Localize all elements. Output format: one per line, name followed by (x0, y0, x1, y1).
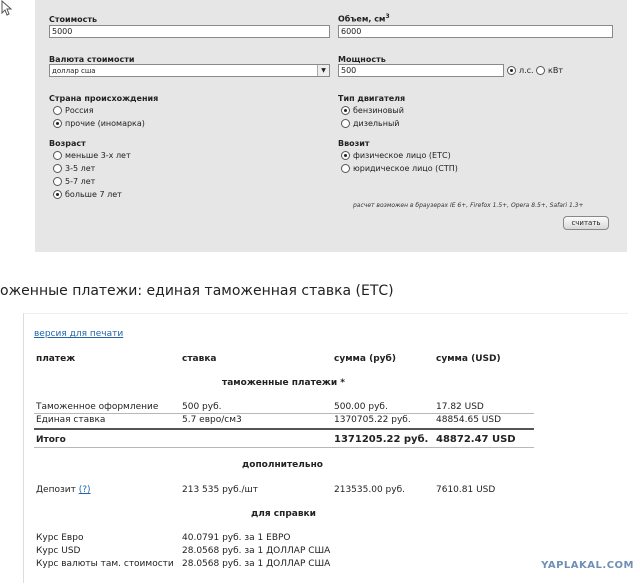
radio-icon (341, 151, 350, 160)
table-row-usd: 17.82 USD (436, 402, 484, 412)
deposit-rub: 213535.00 руб. (334, 485, 405, 495)
total-usd: 48872.47 USD (436, 434, 516, 445)
engine-diesel-radio[interactable]: дизельный (341, 119, 399, 128)
calculator-panel: Стоимость 5000 Объем, см3 6000 Валюта ст… (35, 0, 627, 252)
age-3to5-radio[interactable]: 3-5 лет (53, 164, 95, 173)
importer-individual-radio[interactable]: физическое лицо (ЕТС) (341, 151, 451, 160)
volume-label: Объем, см3 (338, 13, 390, 24)
origin-russia-radio[interactable]: Россия (53, 106, 94, 115)
table-row-rub: 500.00 руб. (334, 402, 388, 412)
total-label: Итого (36, 435, 66, 445)
reference-row-value: 28.0568 руб. за 1 ДОЛЛАР США (182, 546, 331, 556)
section-customs: таможенные платежи * (222, 378, 346, 388)
browser-note: расчет возможен в браузерах IE 6+, Firef… (353, 202, 584, 209)
radio-icon (341, 164, 350, 173)
reference-row-label: Курс USD (36, 546, 81, 556)
reference-row-value: 28.0568 руб. за 1 ДОЛЛАР США (182, 559, 331, 569)
deposit-usd: 7610.81 USD (436, 485, 496, 495)
table-row-rate: 5.7 евро/см3 (182, 415, 242, 425)
cost-input[interactable]: 5000 (49, 25, 330, 38)
column-header-usd: сумма (USD) (436, 354, 501, 364)
engine-petrol-radio[interactable]: бензиновый (341, 106, 404, 115)
radio-icon (53, 164, 62, 173)
watermark: YAPLAKAL.COM (541, 560, 634, 571)
reference-row-value: 40.0791 руб. за 1 ЕВРО (182, 533, 291, 543)
total-rub: 1371205.22 руб. (334, 434, 429, 445)
print-version-link[interactable]: версия для печати (34, 329, 123, 339)
page-title: оженные платежи: единая таможенная ставк… (0, 283, 394, 299)
currency-label: Валюта стоимости (49, 55, 135, 64)
reference-row-label: Курс валюты там. стоимости (36, 559, 174, 569)
engine-label: Тип двигателя (338, 94, 406, 103)
column-header-rub: сумма (руб) (334, 354, 396, 364)
row-divider (34, 447, 534, 448)
table-row-label: Единая ставка (36, 415, 106, 425)
age-5to7-radio[interactable]: 5-7 лет (53, 177, 95, 186)
table-row-label: Таможенное оформление (36, 402, 159, 412)
importer-company-radio[interactable]: юридическое лицо (СТП) (341, 164, 458, 173)
column-header-rate: ставка (182, 354, 217, 364)
calculate-button[interactable]: считать (563, 216, 609, 230)
origin-foreign-radio[interactable]: прочие (иномарка) (53, 119, 145, 128)
power-label: Мощность (338, 55, 386, 64)
radio-icon (53, 190, 62, 199)
section-reference: для справки (251, 509, 316, 519)
origin-label: Страна происхождения (49, 94, 159, 103)
radio-icon (341, 106, 350, 115)
volume-input[interactable]: 6000 (338, 25, 613, 38)
deposit-rate: 213 535 руб./шт (182, 485, 259, 495)
section-additional: дополнительно (242, 460, 323, 470)
radio-icon (53, 151, 62, 160)
column-header-payment: платеж (36, 354, 76, 364)
cost-label: Стоимость (49, 15, 98, 24)
importer-label: Ввозит (338, 139, 370, 148)
reference-row-label: Курс Евро (36, 533, 84, 543)
radio-icon (53, 177, 62, 186)
table-row-rub: 1370705.22 руб. (334, 415, 411, 425)
table-row-rate: 500 руб. (182, 402, 222, 412)
currency-select[interactable]: доллар сша ▼ (49, 64, 330, 77)
age-over7-radio[interactable]: больше 7 лет (53, 190, 122, 199)
power-unit-hp-radio[interactable]: л.с. (507, 66, 534, 75)
chevron-down-icon: ▼ (317, 65, 329, 76)
results-table: версия для печати платеж ставка сумма (р… (23, 313, 628, 583)
power-unit-kw-radio[interactable]: кВт (536, 66, 563, 75)
age-under3-radio[interactable]: меньше 3-х лет (53, 151, 131, 160)
radio-icon (507, 66, 516, 75)
deposit-help-link[interactable]: (?) (79, 485, 91, 495)
table-row-usd: 48854.65 USD (436, 415, 502, 425)
currency-select-value: доллар сша (52, 67, 96, 75)
radio-icon (341, 119, 350, 128)
age-label: Возраст (49, 139, 86, 148)
power-input[interactable]: 500 (338, 64, 504, 77)
radio-icon (53, 106, 62, 115)
radio-icon (53, 119, 62, 128)
radio-icon (536, 66, 545, 75)
mouse-cursor-icon (1, 0, 13, 16)
total-divider (34, 428, 534, 430)
deposit-label: Депозит (?) (36, 485, 91, 495)
row-divider (34, 413, 534, 414)
